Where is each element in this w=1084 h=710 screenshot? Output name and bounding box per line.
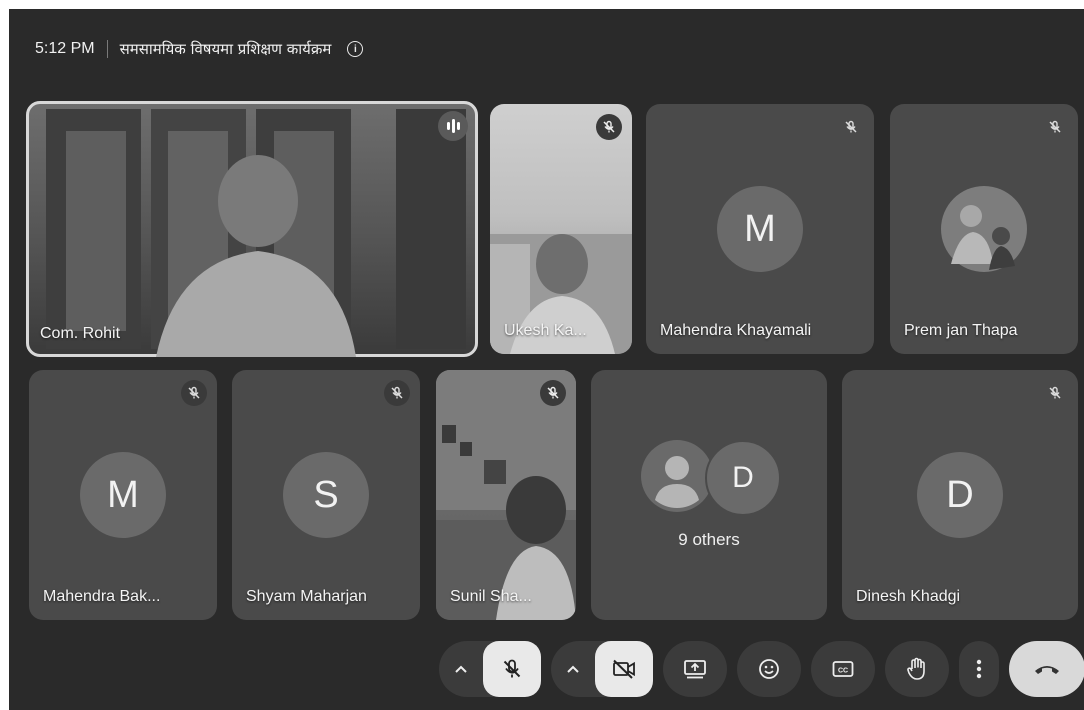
video-feed [46, 109, 466, 357]
mic-off-icon [503, 659, 521, 678]
participant-name: Mahendra Bak... [43, 588, 161, 605]
participant-name: Sunil Sha... [450, 588, 532, 605]
chevron-up-icon[interactable] [551, 641, 595, 697]
video-feed [490, 234, 632, 354]
mic-off-icon [540, 380, 566, 406]
raise-hand-button[interactable] [885, 641, 949, 697]
end-call-button[interactable] [1009, 641, 1084, 697]
mic-toggle-button[interactable] [483, 641, 541, 697]
participant-name: Ukesh Ka... [504, 322, 587, 339]
more-options-button[interactable] [959, 641, 999, 697]
participant-name: Mahendra Khayamali [660, 322, 812, 339]
participant-name: Dinesh Khadgi [856, 588, 961, 605]
participant-name: Com. Rohit [40, 325, 121, 342]
clock-time: 5:12 PM [35, 40, 95, 57]
mic-control-group [439, 641, 541, 697]
participant-tile-shyam-maharjan[interactable]: S Shyam Maharjan [232, 370, 420, 620]
mic-off-icon [838, 114, 864, 140]
avatar: D [917, 452, 1003, 538]
participant-tile-mahendra-khayamali[interactable]: M Mahendra Khayamali [646, 104, 874, 354]
header-divider [106, 40, 108, 58]
chevron-up-icon[interactable] [439, 641, 483, 697]
avatar: M [717, 186, 803, 272]
emoji-icon [759, 659, 779, 679]
participant-tile-rohit[interactable]: Com. Rohit [26, 101, 478, 357]
mic-off-icon [384, 380, 410, 406]
svg-text:CC: CC [838, 668, 848, 675]
participant-tile-prem-jan-thapa[interactable]: Prem jan Thapa [890, 104, 1078, 354]
meeting-header: 5:12 PM समसामयिक विषयमा प्रशिक्षण कार्यक… [35, 37, 364, 61]
participant-tile-mahendra-bak[interactable]: M Mahendra Bak... [29, 370, 217, 620]
others-tile[interactable]: D 9 others [591, 370, 827, 620]
others-count: 9 others [678, 530, 740, 549]
others-avatars: D [591, 440, 827, 516]
mic-off-icon [1042, 380, 1068, 406]
avatar: D [705, 440, 781, 516]
camera-toggle-button[interactable] [595, 641, 653, 697]
present-screen-icon [684, 660, 706, 679]
avatar: M [80, 452, 166, 538]
participant-tile-ukesh[interactable]: Ukesh Ka... [490, 104, 632, 354]
avatar: S [283, 452, 369, 538]
mic-off-icon [1042, 114, 1068, 140]
end-call-icon [1035, 666, 1059, 674]
raise-hand-icon [907, 657, 925, 680]
captions-icon: CC [832, 661, 854, 677]
participant-name: Shyam Maharjan [246, 588, 367, 605]
mic-off-icon [181, 380, 207, 406]
participant-name: Prem jan Thapa [904, 322, 1018, 339]
mic-off-icon [596, 114, 622, 140]
avatar [941, 186, 1027, 272]
captions-button[interactable]: CC [811, 641, 875, 697]
info-icon[interactable]: i [347, 41, 364, 57]
reactions-button[interactable] [737, 641, 801, 697]
meeting-title: समसामयिक विषयमा प्रशिक्षण कार्यक्रम [119, 40, 332, 58]
person-icon [641, 440, 713, 512]
meet-window: 5:12 PM समसामयिक विषयमा प्रशिक्षण कार्यक… [9, 9, 1084, 710]
speaking-indicator-icon [438, 111, 468, 141]
participant-tile-dinesh-khadgi[interactable]: D Dinesh Khadgi [842, 370, 1078, 620]
participant-tile-sunil[interactable]: Sunil Sha... [436, 370, 576, 620]
camera-control-group [551, 641, 653, 697]
call-controls: CC [439, 641, 1084, 697]
camera-off-icon [613, 659, 635, 679]
present-screen-button[interactable] [663, 641, 727, 697]
video-feed [436, 370, 576, 620]
more-options-icon [976, 659, 982, 679]
